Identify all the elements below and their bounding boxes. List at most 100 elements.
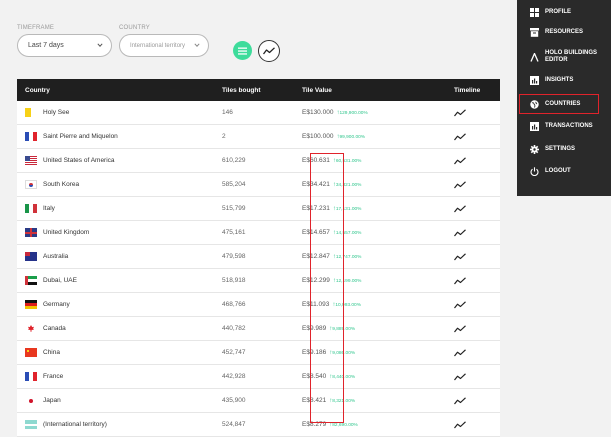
timeline-cell [454, 132, 500, 141]
country-name: Australia [43, 253, 69, 260]
sidebar-item-transactions[interactable]: TRANSACTIONS [517, 120, 611, 132]
timeframe-label: TIMEFRAME [17, 25, 55, 31]
timeline-cell [454, 180, 500, 189]
trend-icon[interactable] [454, 180, 466, 189]
gain-indicator: ↑99,900.00% [336, 134, 365, 140]
flag-icon [25, 372, 37, 381]
trend-icon[interactable] [454, 156, 466, 165]
country-cell: Saint Pierre and Miquelon [17, 132, 222, 141]
trend-icon[interactable] [454, 300, 466, 309]
table-row[interactable]: Japan 435,900 E$8.421 ↑8,321.00% [17, 389, 500, 413]
flag-icon [25, 252, 37, 261]
table-row[interactable]: United Kingdom 475,161 E$14.657 ↑14,557.00% [17, 221, 500, 245]
table-row[interactable]: South Korea 585,204 E$34.421 ↑34,321.00% [17, 173, 500, 197]
tiles-cell: 435,900 [222, 397, 246, 404]
countries-highlight [519, 94, 599, 114]
table-row[interactable]: France 442,928 E$8.540 ↑8,440.00% [17, 365, 500, 389]
sidebar-item-holo-editor[interactable]: HOLO BUILDINGS EDITOR [517, 46, 611, 68]
country-cell: Germany [17, 300, 222, 309]
tiles-cell: 452,747 [222, 349, 246, 356]
header-value: Tile Value [302, 86, 332, 94]
flag-icon [25, 108, 37, 117]
table-row[interactable]: (International territory) 524,847 E$8.279 ↑… [17, 413, 500, 437]
timeline-cell [454, 204, 500, 213]
table-row[interactable]: Dubai, UAE 518,918 E$12.299 ↑12,199.00% [17, 269, 500, 293]
country-select[interactable]: International territory [119, 34, 209, 57]
timeframe-filter: TIMEFRAME Last 7 days [17, 25, 112, 57]
country-value: International territory [130, 42, 186, 49]
sidebar-item-label: HOLO BUILDINGS EDITOR [545, 50, 597, 63]
list-icon [238, 47, 247, 55]
timeframe-select[interactable]: Last 7 days [17, 34, 112, 57]
value-cell: E$130.000 ↑129,900.00% [302, 109, 454, 116]
tile-value: E$100.000 [302, 133, 334, 140]
timeline-cell [454, 348, 500, 357]
table-row[interactable]: United States of America 610,229 E$60.631 ↑… [17, 149, 500, 173]
timeline-cell [454, 228, 500, 237]
timeline-cell [454, 324, 500, 333]
sidebar-item-label: INSIGHTS [545, 76, 574, 83]
country-cell: Canada [17, 324, 222, 333]
flag-icon [25, 396, 37, 405]
trend-icon[interactable] [454, 276, 466, 285]
flag-icon [25, 276, 37, 285]
tile-value-highlight [310, 153, 344, 423]
timeline-cell [454, 156, 500, 165]
flag-icon [25, 180, 37, 189]
gear-icon [530, 144, 539, 154]
country-name: Dubai, UAE [43, 277, 77, 284]
profile-icon [530, 7, 539, 17]
sidebar-item-logout[interactable]: LOGOUT [517, 165, 611, 177]
tile-value: E$130.000 [302, 109, 334, 116]
country-name: United States of America [43, 157, 115, 164]
country-label: COUNTRY [119, 25, 150, 31]
trend-icon[interactable] [454, 420, 466, 429]
timeline-cell [454, 372, 500, 381]
sidebar-item-resources[interactable]: RESOURCES [517, 26, 611, 38]
table-row[interactable]: Canada 440,782 E$9.989 ↑9,889.00% [17, 317, 500, 341]
header-timeline: Timeline [454, 86, 481, 94]
flag-icon [25, 324, 37, 333]
trend-icon[interactable] [454, 204, 466, 213]
trend-icon[interactable] [454, 228, 466, 237]
country-name: Germany [43, 301, 70, 308]
country-name: United Kingdom [43, 229, 90, 236]
trend-icon[interactable] [454, 372, 466, 381]
table-row[interactable]: China 452,747 E$9.186 ↑9,086.00% [17, 341, 500, 365]
chart-view-button[interactable] [258, 40, 280, 62]
countries-table: Country Tiles bought Tile Value Timeline… [17, 79, 500, 437]
list-view-button[interactable] [233, 41, 252, 60]
country-cell: China [17, 348, 222, 357]
trend-icon[interactable] [454, 132, 466, 141]
country-name: Canada [43, 325, 66, 332]
table-row[interactable]: Italy 515,799 E$17.231 ↑17,131.00% [17, 197, 500, 221]
tiles-cell: 475,161 [222, 229, 246, 236]
country-cell: (International territory) [17, 420, 222, 429]
sidebar-item-label: SETTINGS [545, 145, 576, 152]
sidebar-item-settings[interactable]: SETTINGS [517, 143, 611, 155]
trend-icon[interactable] [454, 108, 466, 117]
tiles-cell: 515,799 [222, 205, 246, 212]
flag-icon [25, 156, 37, 165]
table-row[interactable]: Australia 479,598 E$12.847 ↑12,747.00% [17, 245, 500, 269]
country-cell: France [17, 372, 222, 381]
gain-indicator: ↑129,900.00% [336, 110, 367, 116]
trend-icon[interactable] [454, 396, 466, 405]
country-cell: United Kingdom [17, 228, 222, 237]
country-cell: Dubai, UAE [17, 276, 222, 285]
sidebar-item-insights[interactable]: INSIGHTS [517, 74, 611, 86]
flag-icon [25, 132, 37, 141]
tiles-cell: 440,782 [222, 325, 246, 332]
table-row[interactable]: Holy See 146 E$130.000 ↑129,900.00% [17, 101, 500, 125]
table-header: Country Tiles bought Tile Value Timeline [17, 79, 500, 101]
table-row[interactable]: Saint Pierre and Miquelon 2 E$100.000 ↑99,9… [17, 125, 500, 149]
tiles-cell: 585,204 [222, 181, 246, 188]
trend-icon[interactable] [454, 252, 466, 261]
trend-icon[interactable] [454, 348, 466, 357]
trend-icon[interactable] [454, 324, 466, 333]
table-row[interactable]: Germany 468,766 E$11.093 ↑10,993.00% [17, 293, 500, 317]
timeframe-value: Last 7 days [28, 42, 64, 49]
country-name: South Korea [43, 181, 80, 188]
sidebar-item-profile[interactable]: PROFILE [517, 6, 611, 18]
timeline-cell [454, 108, 500, 117]
